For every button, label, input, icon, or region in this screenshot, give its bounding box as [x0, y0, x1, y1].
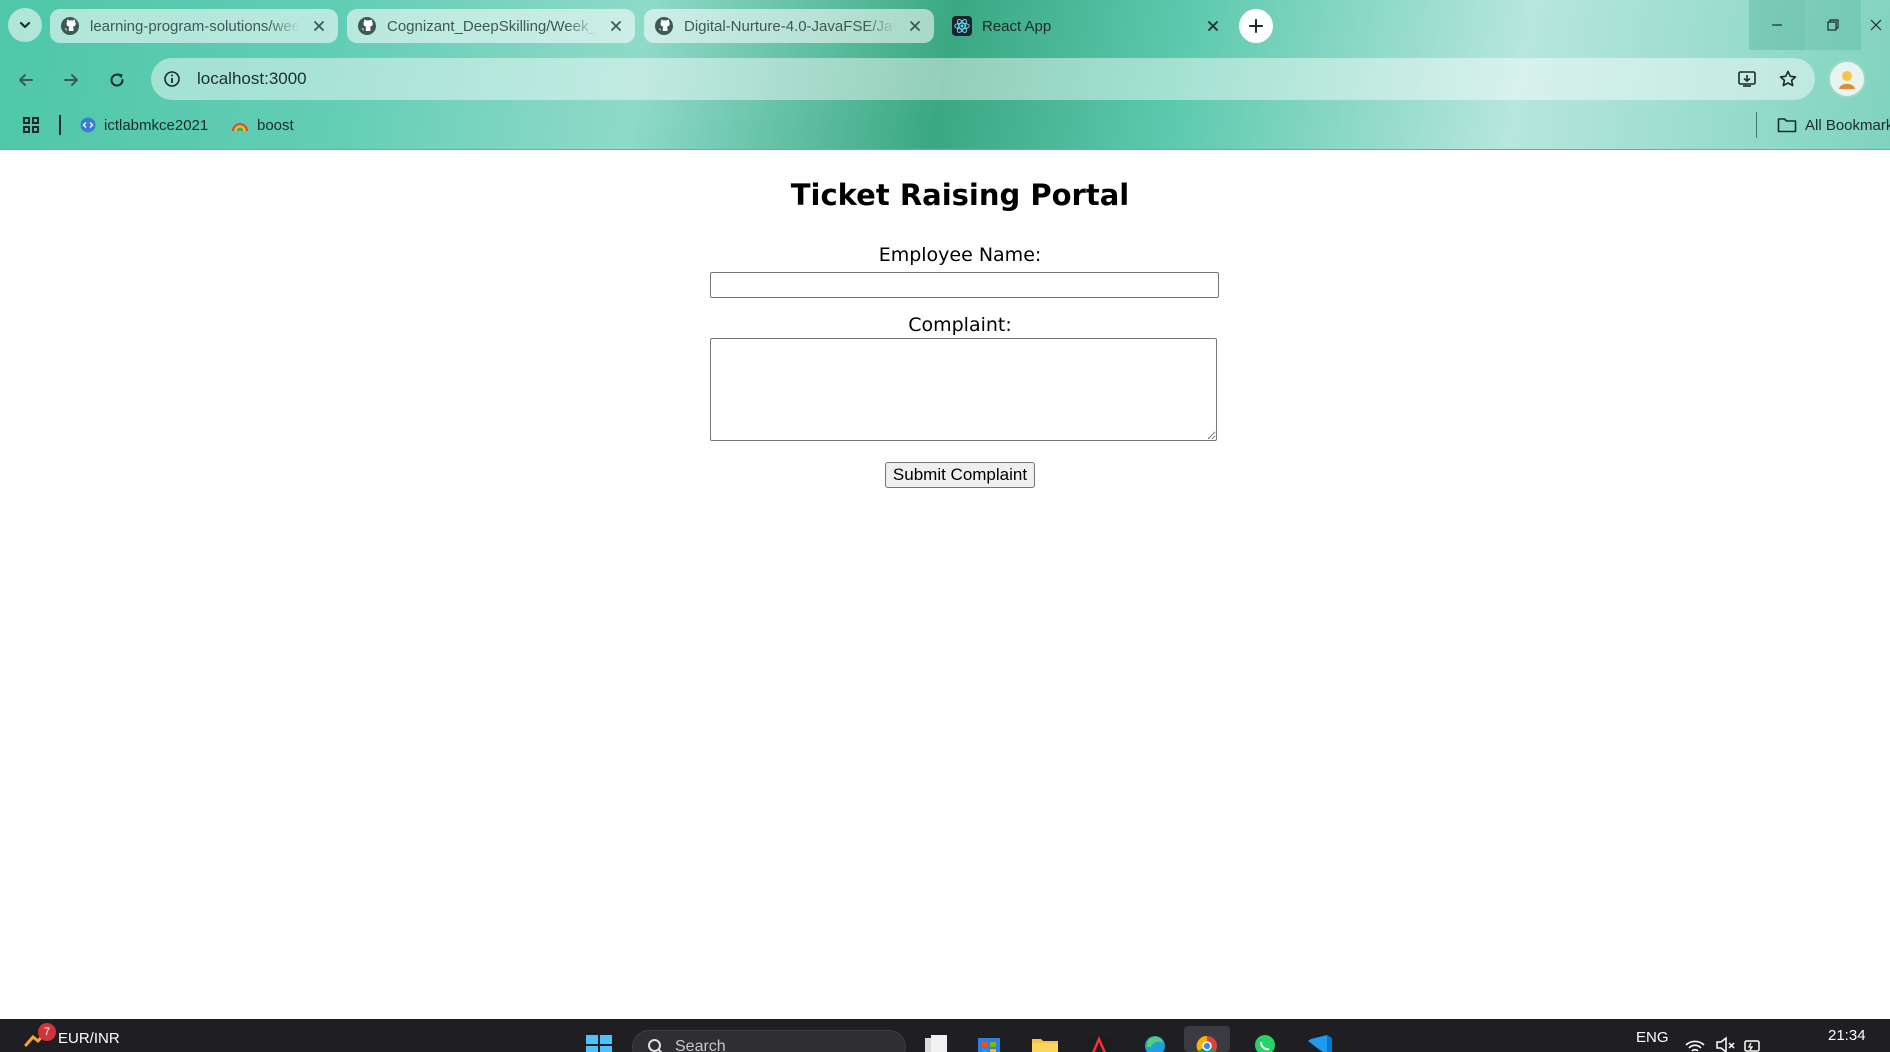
install-app-icon[interactable] — [1735, 67, 1759, 91]
address-bar[interactable]: localhost:3000 — [151, 58, 1815, 100]
file-explorer-icon[interactable] — [1030, 1033, 1060, 1052]
tab-search-button[interactable] — [8, 8, 42, 42]
tab-3-title: Digital-Nurture-4.0-JavaFSE/Jav — [684, 17, 896, 35]
tab-4-active[interactable]: React App — [942, 9, 1232, 43]
github-icon — [357, 16, 377, 36]
bookmark-label: ictlabmkce2021 — [104, 116, 209, 134]
close-icon — [1870, 19, 1881, 31]
reload-icon — [110, 73, 124, 87]
clock-time[interactable]: 21:34 — [1828, 1027, 1866, 1044]
minimize-icon — [1772, 24, 1782, 26]
notification-badge: 7 — [38, 1023, 56, 1041]
restore-icon — [1827, 19, 1839, 31]
profile-avatar[interactable] — [1828, 60, 1866, 98]
close-icon[interactable] — [1204, 17, 1222, 35]
tab-2-title: Cognizant_DeepSkilling/Week_ — [387, 17, 597, 35]
widget-label: EUR/INR — [58, 1029, 120, 1047]
close-icon[interactable] — [906, 17, 924, 35]
minimize-button[interactable] — [1749, 0, 1805, 50]
tab-3[interactable]: Digital-Nurture-4.0-JavaFSE/Jav — [644, 9, 934, 43]
bookmark-boost[interactable]: boost — [231, 114, 294, 136]
bookmark-star-icon[interactable] — [1776, 67, 1800, 91]
search-icon — [648, 1039, 663, 1052]
all-bookmarks-label: All Bookmarks — [1805, 116, 1890, 134]
tab-2[interactable]: Cognizant_DeepSkilling/Week_ — [347, 9, 635, 43]
plus-icon — [1249, 19, 1263, 33]
bookmark-ictlabmkce2021[interactable]: ictlabmkce2021 — [80, 114, 208, 136]
battery-icon[interactable] — [1742, 1033, 1764, 1052]
employee-name-label: Employee Name: — [878, 244, 1042, 266]
forward-button[interactable] — [53, 62, 89, 98]
browser-chrome: learning-program-solutions/week Cognizan… — [0, 0, 1890, 150]
react-icon — [952, 16, 972, 36]
tab-4-title: React App — [982, 17, 1052, 35]
windows-start-icon[interactable] — [584, 1033, 614, 1052]
screen: learning-program-solutions/week Cognizan… — [0, 0, 1890, 1052]
speaker-muted-icon[interactable] — [1714, 1033, 1736, 1052]
submit-complaint-button[interactable]: Submit Complaint — [885, 462, 1035, 488]
restore-button[interactable] — [1805, 0, 1861, 50]
new-tab-button[interactable] — [1239, 9, 1273, 43]
folder-icon — [1777, 118, 1797, 133]
chevron-down-icon — [19, 21, 31, 29]
bookmarks-bar: ictlabmkce2021 boost All Bookmarks — [0, 108, 1890, 142]
employee-name-input[interactable] — [710, 272, 1219, 298]
site-info-icon[interactable] — [159, 66, 185, 92]
bookmarks-separator — [59, 115, 61, 135]
page-title: Ticket Raising Portal — [790, 178, 1130, 212]
acrobat-icon[interactable] — [1084, 1033, 1114, 1052]
reload-button[interactable] — [99, 62, 135, 98]
github-icon — [60, 16, 80, 36]
language-indicator[interactable]: ENG — [1636, 1029, 1669, 1046]
chrome-icon[interactable] — [1192, 1033, 1222, 1052]
whatsapp-icon[interactable] — [1250, 1033, 1280, 1052]
microsoft-store-icon[interactable] — [974, 1033, 1004, 1052]
arrow-right-icon — [64, 74, 78, 86]
browser-toolbar: localhost:3000 — [0, 56, 1890, 104]
tab-1[interactable]: learning-program-solutions/week — [50, 9, 338, 43]
apps-grid-icon[interactable] — [22, 114, 40, 136]
taskbar: EUR/INR 7 Search ENG 21:34 — [0, 1019, 1890, 1052]
back-button[interactable] — [8, 62, 44, 98]
bookmark-label: boost — [257, 116, 294, 134]
close-icon[interactable] — [310, 17, 328, 35]
taskbar-search-box[interactable]: Search — [632, 1030, 906, 1052]
code-icon — [80, 117, 96, 133]
close-icon[interactable] — [607, 17, 625, 35]
edge-icon[interactable] — [1140, 1033, 1170, 1052]
search-placeholder: Search — [675, 1038, 726, 1052]
complaint-label: Complaint: — [908, 314, 1012, 336]
rainbow-icon — [232, 123, 248, 132]
tab-strip: learning-program-solutions/week Cognizan… — [0, 0, 1890, 50]
all-bookmarks-button[interactable]: All Bookmarks — [1777, 114, 1890, 136]
vscode-icon[interactable] — [1305, 1033, 1335, 1052]
wifi-icon[interactable] — [1684, 1033, 1706, 1052]
complaint-textarea[interactable] — [710, 338, 1217, 441]
task-view-icon[interactable] — [921, 1033, 951, 1052]
arrow-left-icon — [19, 74, 33, 86]
bookmarks-right-separator — [1756, 112, 1757, 138]
tab-1-title: learning-program-solutions/week — [90, 17, 300, 35]
page-content: Ticket Raising Portal Employee Name: Com… — [0, 151, 1890, 1019]
url-text: localhost:3000 — [197, 69, 307, 88]
avatar-icon — [1839, 71, 1855, 89]
close-window-button[interactable] — [1861, 0, 1890, 50]
github-icon — [654, 16, 674, 36]
